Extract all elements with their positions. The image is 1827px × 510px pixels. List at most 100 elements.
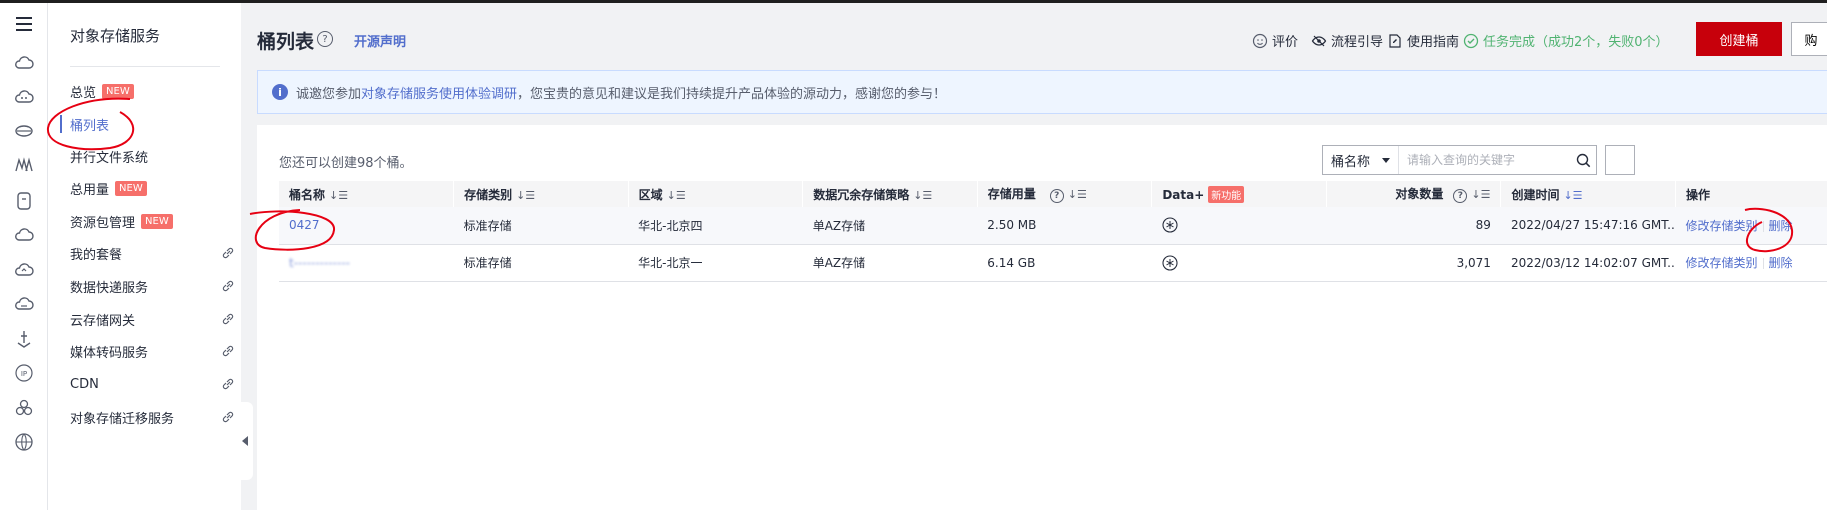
purchase-button[interactable]: 购 [1791, 22, 1827, 56]
rate-label: 评价 [1272, 35, 1299, 50]
col-header-region[interactable]: 区域 ↓☰ [628, 181, 804, 207]
nav-item-resource-packages[interactable]: 资源包管理 NEW [70, 210, 235, 232]
nav-item-overview[interactable]: 总览 NEW [70, 80, 235, 102]
nav-item-migration[interactable]: 对象存储迁移服务 [70, 406, 235, 428]
nav-item-storage-gateway[interactable]: 云存储网关 [70, 308, 235, 330]
cell-redundancy: 单AZ存储 [802, 207, 978, 245]
nav-item-label: 我的套餐 [70, 247, 123, 263]
bucket-icon[interactable] [11, 188, 37, 214]
nav-item-total-usage[interactable]: 总用量 NEW [70, 177, 235, 199]
cell-objects: 89 [1326, 207, 1501, 245]
col-header-name[interactable]: 桶名称 ↓☰ [279, 181, 455, 207]
nav-item-label: 并行文件系统 [70, 150, 149, 166]
delete-link[interactable]: 删除 [1769, 219, 1793, 233]
help-icon: ? [1049, 189, 1064, 203]
search-icon[interactable] [1570, 153, 1596, 168]
cell-type: 标准存储 [453, 244, 629, 282]
new-badge: NEW [102, 83, 134, 99]
col-header-created[interactable]: 创建时间 ↓☰ [1500, 181, 1676, 207]
nav-item-label: 总览 [70, 85, 97, 101]
delete-link[interactable]: 删除 [1769, 256, 1793, 270]
cell-ops: 修改存储类别 删除 [1675, 244, 1827, 282]
sort-icon: ↓☰ [1067, 188, 1087, 201]
search-input[interactable] [1399, 153, 1570, 167]
col-header-redundancy[interactable]: 数据冗余存储策略 ↓☰ [802, 181, 978, 207]
manual-action[interactable]: 使用指南 [1387, 31, 1459, 50]
help-icon[interactable]: ? [317, 31, 333, 47]
page-title: 桶列表 [257, 31, 315, 53]
col-header-ops: 操作 [1675, 181, 1827, 207]
bucket-table: 桶名称 ↓☰ 存储类别 ↓☰ 区域 ↓☰ 数据冗余存储策略 ↓☰ 存储用量? ↓☰ Dat… [279, 181, 1827, 282]
nav-item-media-transcode[interactable]: 媒体转码服务 [70, 340, 235, 362]
nav-item-cdn[interactable]: CDN [70, 373, 235, 395]
col-header-usage[interactable]: 存储用量? ↓☰ [977, 181, 1153, 207]
open-source-link[interactable]: 开源声明 [354, 31, 406, 50]
external-link-icon [222, 280, 234, 292]
cell-objects: 3,071 [1326, 244, 1501, 282]
rate-action[interactable]: 评价 [1252, 31, 1298, 50]
create-bucket-button[interactable]: 创建桶 [1696, 22, 1782, 56]
cloud-outline-icon[interactable] [11, 257, 37, 283]
modify-storage-class-link[interactable]: 修改存储类别 [1686, 219, 1758, 233]
nav-item-parallel-fs[interactable]: 并行文件系统 [70, 145, 235, 167]
eye-slash-icon [1311, 35, 1327, 46]
cloud-server-icon[interactable] [11, 84, 37, 110]
ip-icon[interactable]: IP [11, 360, 37, 386]
notice-suffix: ，您宝贵的意见和建议是我们持续提升产品体验的源动力，感谢您的参与！ [517, 86, 947, 102]
task-status[interactable]: 任务完成（成功2个，失败0个） [1463, 31, 1669, 50]
nav-item-label: 数据快递服务 [70, 280, 149, 296]
cell-region: 华北-北京四 [628, 207, 803, 245]
new-badge: NEW [115, 180, 147, 196]
nav-item-data-express[interactable]: 数据快递服务 [70, 275, 235, 297]
table-row: 0427 标准存储 华北-北京四 单AZ存储 2.50 MB 89 2022/0… [279, 207, 1827, 245]
survey-link[interactable]: 对象存储服务使用体验调研 [361, 83, 517, 102]
sort-icon: ↓☰ [913, 188, 933, 202]
cloud-sync-icon[interactable] [11, 291, 37, 317]
nav-item-my-plans[interactable]: 我的套餐 [70, 242, 235, 264]
cell-redundancy: 单AZ存储 [802, 244, 978, 282]
col-header-objects[interactable]: 对象数量? ↓☰ [1326, 181, 1502, 207]
refresh-button[interactable] [1605, 145, 1635, 175]
cell-region: 华北-北京一 [628, 244, 803, 282]
table-header-row: 桶名称 ↓☰ 存储类别 ↓☰ 区域 ↓☰ 数据冗余存储策略 ↓☰ 存储用量? ↓☰ Dat… [279, 181, 1827, 207]
bucket-search: 桶名称 [1322, 145, 1597, 175]
external-link-icon [222, 378, 234, 390]
nav-item-label: 资源包管理 [70, 215, 136, 231]
search-field-select[interactable]: 桶名称 [1323, 146, 1399, 174]
guide-label: 流程引导 [1331, 35, 1384, 50]
globe-icon[interactable] [11, 429, 37, 455]
bucket-name-link[interactable]: t------------- [289, 256, 350, 270]
nav-item-bucket-list[interactable]: 桶列表 [60, 113, 235, 135]
nav-divider [70, 66, 220, 67]
col-header-dataplus: Data+ 新功能 [1151, 181, 1327, 207]
sort-active-icon: ↓☰ [1563, 188, 1583, 202]
cell-usage: 6.14 GB [977, 244, 1152, 282]
smile-icon [1252, 33, 1268, 48]
bucket-name-link[interactable]: 0427 [289, 218, 320, 232]
storage-disk-icon[interactable] [11, 118, 37, 144]
sort-icon: ↓☰ [516, 188, 536, 202]
guide-action[interactable]: 流程引导 [1311, 31, 1383, 50]
nav-item-label: CDN [70, 376, 99, 392]
dataplus-icon[interactable] [1162, 254, 1178, 271]
sort-icon: ↓☰ [329, 188, 349, 202]
ship-icon[interactable] [11, 326, 37, 352]
external-link-icon [222, 247, 234, 259]
cloud-icon[interactable] [11, 222, 37, 248]
cloud-icon[interactable] [11, 50, 37, 76]
dataplus-icon[interactable] [1162, 217, 1178, 233]
col-header-type[interactable]: 存储类别 ↓☰ [453, 181, 629, 207]
external-link-icon [222, 411, 234, 423]
nav-item-label: 云存储网关 [70, 313, 136, 329]
search-field-value: 桶名称 [1331, 154, 1371, 170]
ma-icon[interactable] [11, 152, 37, 178]
check-circle-icon [1463, 33, 1479, 48]
menu-icon[interactable] [11, 11, 37, 37]
cluster-icon[interactable] [11, 395, 37, 421]
cell-created: 2022/04/27 15:47:16 GMT... [1500, 207, 1676, 245]
modify-storage-class-link[interactable]: 修改存储类别 [1686, 256, 1758, 270]
cell-usage: 2.50 MB [977, 207, 1152, 245]
sort-icon: ↓☰ [666, 188, 686, 202]
nav-item-label: 桶列表 [70, 118, 110, 134]
info-icon: i [272, 84, 288, 100]
